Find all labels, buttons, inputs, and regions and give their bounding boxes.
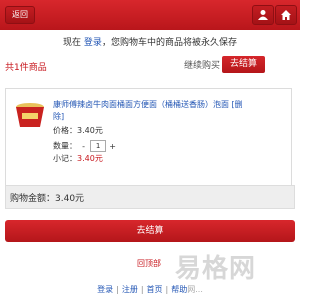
continue-shopping-button[interactable]: 继续购买 [184, 58, 220, 71]
watermark-logo: 易格网 [175, 254, 257, 284]
cart-summary: 共1件商品 继续购买 去结算 [0, 52, 300, 78]
footer-links: 登录 | 注册 | 首页 | 帮助网... [0, 284, 300, 295]
footer-login-link[interactable]: 登录 [97, 285, 113, 294]
back-button[interactable]: 返回 [5, 6, 35, 24]
subtotal-row: 小记：3.40元 [53, 153, 103, 164]
total-amount: 购物金额：3.40元 [10, 194, 85, 204]
product-name: 康师傅辣卤牛肉面桶面方便面（桶桶送香肠）泡面 [删除] [53, 99, 243, 123]
total-box: 购物金额：3.40元 [5, 185, 295, 209]
subtotal-label: 小记： [53, 154, 77, 163]
product-name-link[interactable]: 康师傅辣卤牛肉面桶面方便面（桶桶送香肠）泡面 [53, 100, 229, 109]
footer-separator: | [140, 285, 144, 294]
price-value: 3.40元 [77, 126, 103, 135]
footer-help-link[interactable]: 帮助 [171, 285, 187, 294]
quantity-row: 数量： - 1 + [53, 140, 117, 152]
quantity-increase-button[interactable]: + [109, 142, 117, 151]
quantity-label: 数量： [53, 141, 77, 151]
login-link[interactable]: 登录 [84, 38, 102, 48]
subtotal-value: 3.40元 [77, 154, 103, 163]
top-header: 返回 [0, 0, 300, 30]
home-icon [281, 10, 291, 20]
checkout-button-top[interactable]: 去结算 [222, 56, 265, 73]
notice-suffix: ，您购物车中的商品将被永久保存 [101, 38, 237, 48]
price-label: 价格： [53, 126, 77, 135]
footer-separator: | [116, 285, 119, 294]
quantity-input[interactable]: 1 [90, 140, 107, 152]
footer-register-link[interactable]: 注册 [122, 285, 138, 294]
product-thumbnail[interactable] [14, 101, 46, 129]
footer-home-link[interactable]: 首页 [147, 285, 163, 294]
notice-prefix: 现在 [63, 38, 82, 48]
price-row: 价格：3.40元 [53, 125, 103, 136]
home-button[interactable] [275, 5, 297, 25]
checkout-button[interactable]: 去结算 [5, 220, 295, 242]
login-notice: 现在 登录，您购物车中的商品将被永久保存 [0, 35, 300, 48]
user-button[interactable] [252, 5, 274, 25]
item-count: 共1件商品 [5, 63, 47, 73]
back-to-top-link[interactable]: 回顶部 [137, 258, 161, 269]
footer-tail: 网... [187, 285, 203, 294]
quantity-decrease-button[interactable]: - [80, 142, 88, 151]
user-icon [258, 10, 268, 20]
footer-separator: | [165, 285, 169, 294]
